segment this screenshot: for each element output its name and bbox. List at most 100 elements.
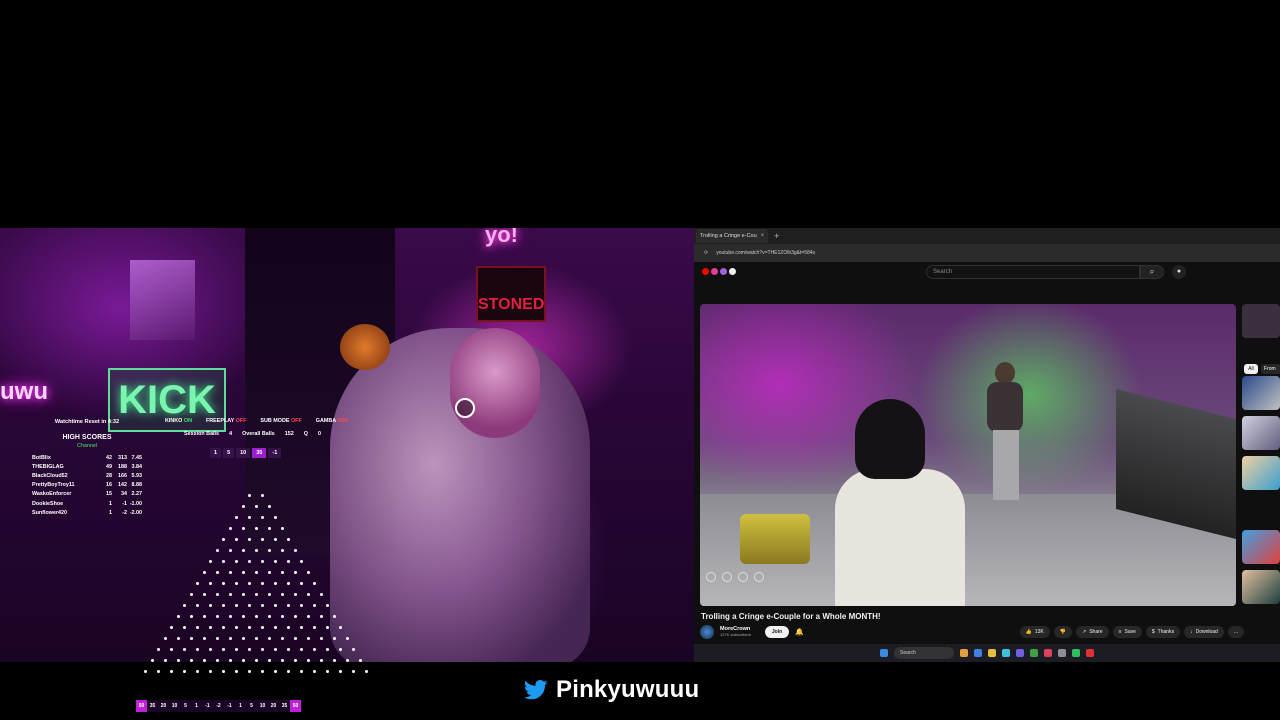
bet-option: 35 — [252, 448, 267, 458]
queue-label: Q — [303, 431, 308, 437]
plinko-slot: 50 — [290, 700, 301, 712]
plinko-peg — [222, 626, 225, 629]
plinko-peg — [254, 505, 258, 508]
plinko-peg — [280, 637, 284, 640]
twitter-handle: Pinkyuwuuu — [556, 676, 700, 703]
spotify-icon[interactable] — [1072, 649, 1080, 657]
plinko-peg — [228, 571, 232, 574]
recommendation-thumb[interactable] — [1242, 304, 1280, 338]
close-tab-icon[interactable]: × — [761, 233, 765, 239]
score-a: 1 — [109, 500, 112, 507]
taskbar-app-icon[interactable] — [960, 649, 968, 657]
plinko-slot: 10 — [257, 700, 268, 712]
windows-start-icon[interactable] — [880, 649, 888, 657]
plinko-peg — [287, 670, 290, 673]
more-button[interactable]: ... — [1227, 626, 1244, 638]
search-input[interactable]: Search — [926, 265, 1140, 279]
thumbs-down-icon: 👎 — [1059, 629, 1067, 635]
mode-flag-state: OFF — [337, 418, 349, 424]
plinko-peg — [235, 560, 238, 563]
taskbar-app-icon[interactable] — [974, 649, 982, 657]
share-button[interactable]: ↗ Share — [1076, 626, 1109, 638]
taskbar-app-icon[interactable] — [1002, 649, 1010, 657]
download-button[interactable]: ↓ Download — [1184, 626, 1224, 638]
plinko-peg — [261, 494, 264, 497]
plinko-peg — [209, 560, 212, 563]
discord-icon[interactable] — [1016, 649, 1024, 657]
score-a: 15 — [106, 491, 112, 498]
plinko-peg — [222, 538, 225, 541]
score-name: PrettyBoyTroy11 — [32, 482, 75, 489]
download-label: Download — [1195, 629, 1218, 635]
plinko-peg — [261, 648, 264, 651]
taskbar-app-icon[interactable] — [1086, 649, 1094, 657]
plinko-peg — [215, 659, 219, 662]
recommendation-thumb[interactable] — [1242, 416, 1280, 450]
share-label: Share — [1089, 629, 1103, 635]
new-tab-button[interactable]: + — [774, 231, 779, 241]
overall-balls-label: Overall Balls — [242, 431, 275, 437]
plinko-peg — [209, 582, 212, 585]
video-actions: 👍 13K 👎 ↗ Share ≡ Save $ Thanks ↓ Download ..… — [1019, 626, 1244, 638]
plinko-peg — [202, 637, 206, 640]
taskbar-search[interactable]: Search — [894, 647, 954, 659]
plinko-peg — [254, 571, 258, 574]
channel-info[interactable]: MoreCrown 127K subscribers — [720, 626, 751, 638]
plinko-peg — [261, 582, 264, 585]
score-b: 313 — [118, 454, 127, 461]
address-bar[interactable]: ⟳ youtube.com/watch?v=THE1ZOlb3g&t=584s — [694, 244, 1280, 262]
chip-all[interactable]: All — [1244, 364, 1258, 374]
plinko-peg — [248, 626, 251, 629]
mode-flag-label: SUB MODE — [260, 418, 291, 424]
video-player[interactable] — [700, 304, 1236, 606]
reload-icon[interactable]: ⟳ — [704, 250, 708, 256]
watchtime-reset: Watchtime Reset in 4:32 — [54, 419, 120, 425]
join-button[interactable]: Join — [764, 626, 790, 638]
mic-icon[interactable]: ● — [1172, 265, 1186, 279]
plinko-slot: 20 — [268, 700, 279, 712]
plinko-peg — [287, 538, 290, 541]
scene-bucket — [740, 514, 810, 564]
channel-avatar[interactable] — [700, 625, 714, 639]
youtube-logo-icon[interactable] — [702, 268, 736, 275]
bet-options: 1 5 10 35 -1 — [210, 448, 282, 458]
plinko-slot: 5 — [246, 700, 257, 712]
browser-tab[interactable]: Trolling a Cringe e-Cou × — [696, 229, 769, 243]
recommendation-thumb[interactable] — [1242, 530, 1280, 564]
plinko-peg — [280, 549, 284, 552]
overall-balls-value: 152 — [284, 431, 294, 437]
save-button[interactable]: ≡ Save — [1112, 626, 1142, 638]
like-button[interactable]: 👍 13K — [1019, 626, 1050, 638]
plinko-peg — [235, 604, 238, 607]
score-b: 142 — [118, 482, 127, 489]
high-scores-panel: Watchtime Reset in 4:32 HIGH SCORES Chan… — [32, 418, 142, 518]
recommendation-thumb[interactable] — [1242, 376, 1280, 410]
bell-icon[interactable]: 🔔 — [795, 628, 804, 636]
mode-flag: FREEPLAY OFF — [206, 418, 246, 424]
plinko-peg — [267, 615, 271, 618]
mode-flag-state: OFF — [290, 418, 302, 424]
score-b: 188 — [118, 463, 127, 470]
search-icon[interactable]: ⌕ — [1140, 265, 1164, 279]
url-text: youtube.com/watch?v=THE1ZOlb3g&t=584s — [716, 250, 816, 256]
plinko-peg — [228, 593, 232, 596]
plinko-peg — [261, 560, 264, 563]
taskbar-app-icon[interactable] — [1044, 649, 1052, 657]
score-b: -1 — [122, 500, 127, 507]
chrome-icon[interactable] — [1030, 649, 1038, 657]
scene-character-back — [985, 362, 1025, 512]
taskbar-app-icon[interactable] — [1058, 649, 1066, 657]
plinko-slot: 50 — [136, 700, 147, 712]
plinko-peg — [241, 505, 245, 508]
plinko-peg — [241, 659, 245, 662]
plinko-peg — [280, 659, 284, 662]
dislike-button[interactable]: 👎 — [1053, 626, 1073, 638]
recommendation-thumb[interactable] — [1242, 570, 1280, 604]
chip-from[interactable]: From — [1261, 364, 1280, 374]
thanks-button[interactable]: $ Thanks — [1145, 626, 1181, 638]
mode-flag-state: OFF — [235, 418, 247, 424]
plinko-peg — [332, 615, 336, 618]
folder-icon[interactable] — [988, 649, 996, 657]
plinko-peg — [215, 615, 219, 618]
recommendation-thumb[interactable] — [1242, 456, 1280, 490]
